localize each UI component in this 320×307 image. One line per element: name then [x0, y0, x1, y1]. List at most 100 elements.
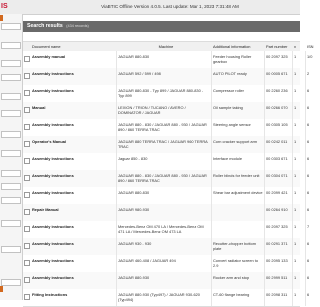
cell-extra: 6	[307, 292, 310, 297]
filter-field[interactable]	[1, 170, 21, 177]
table-row[interactable]: Assembly manual JAGUAR 880-830 Feeder hous…	[23, 51, 312, 69]
cell-part-number: 00 2095 133	[266, 258, 288, 263]
column-divider	[292, 51, 293, 68]
filter-field[interactable]	[1, 93, 21, 100]
filter-field[interactable]	[1, 150, 21, 157]
table-row[interactable]: Assembly instructions JAGUAR 880-830 Shear…	[23, 187, 309, 205]
filter-field[interactable]	[1, 110, 21, 117]
filter-field[interactable]	[1, 60, 21, 67]
column-extra[interactable]: ISN	[307, 42, 320, 51]
column-divider	[116, 238, 117, 255]
title-bar: IS ViaBTIC Offline Version 4.0.5. Last u…	[0, 0, 300, 15]
filter-field[interactable]	[1, 23, 21, 30]
cell-machine: JAGUAR 880 - 830 / JAGUAR 880 - 930 / JA…	[118, 122, 207, 132]
column-additional-info[interactable]: Additional information	[213, 42, 257, 51]
cell-document-name: Manual	[32, 105, 46, 110]
table-row[interactable]: Assembly instructions JAGUAR 592 / 599 / …	[23, 68, 309, 86]
column-divider	[116, 187, 117, 204]
column-divider	[264, 119, 265, 136]
cell-additional-info: Corn cracker support arm	[213, 139, 258, 144]
row-checkbox[interactable]	[24, 56, 30, 62]
cell-extra: 1/0	[307, 54, 313, 59]
cell-part-number: 00 0303 671	[266, 156, 288, 161]
column-divider	[211, 68, 212, 85]
cell-part-number: 00 2097 325	[266, 224, 288, 229]
column-document-name[interactable]: Document name	[32, 42, 109, 51]
row-checkbox[interactable]	[24, 209, 30, 215]
table-row[interactable]: Assembly instructions JAGUAR 880 - 830 / …	[23, 119, 309, 137]
cell-part-number: 00 2099 421	[266, 190, 288, 195]
cell-x: 1	[294, 275, 297, 280]
cell-part-number: 00 2260 236	[266, 88, 288, 93]
cell-machine: JAGUAR 880-830	[118, 54, 150, 59]
cell-machine: JAGUAR 880-830 - Typ 899 / JAGUAR 880-83…	[118, 88, 204, 98]
cell-machine: Mercedes-Benz OM 470 LA / Mercedes-Benz …	[118, 224, 204, 234]
cell-machine: JAGUAR 930 - 930	[118, 241, 152, 246]
table-row[interactable]: Assembly instructions JAGUAR 460-408 / JA…	[23, 255, 309, 273]
column-divider	[116, 221, 117, 238]
sidebar-accent	[0, 15, 3, 21]
column-divider	[292, 136, 293, 153]
sidebar-accent	[0, 286, 3, 292]
table-row[interactable]: Assembly instructions JAGUAR 930 - 930 Rec…	[23, 238, 309, 256]
column-divider	[211, 272, 212, 289]
cell-x: 1	[294, 224, 297, 229]
table-row[interactable]: Assembly instructions JAGUAR 880-930 Rocke…	[23, 272, 309, 290]
cell-document-name: Assembly instructions	[32, 258, 74, 263]
cell-additional-info: Recutter-chopper bottom plate	[213, 241, 257, 251]
row-checkbox[interactable]	[24, 277, 30, 283]
table-row[interactable]: Operator's Manual JAGUAR 880 TERRA TRAC /…	[23, 136, 309, 154]
cell-extra: 6	[307, 88, 310, 93]
column-machine[interactable]: Machine	[118, 42, 214, 51]
cell-machine: JAGUAR 880 - 830 / JAGUAR 880 - 930 / JA…	[118, 173, 207, 183]
column-divider	[211, 51, 212, 68]
row-checkbox[interactable]	[24, 124, 30, 130]
cell-additional-info: Roller blinds for feeder unit	[213, 173, 260, 178]
column-divider	[292, 153, 293, 170]
row-checkbox[interactable]	[24, 260, 30, 266]
filter-field[interactable]	[1, 220, 21, 227]
table-row[interactable]: Assembly instructions Jaguar 850 - 830 Int…	[23, 153, 309, 171]
cell-document-name: Assembly instructions	[32, 190, 74, 195]
cell-additional-info: Feeder housing Roller gearbox	[213, 54, 252, 64]
table-row[interactable]: Assembly instructions JAGUAR 880-830 - Ty…	[23, 85, 309, 103]
table-row[interactable]: Assembly instructions JAGUAR 880 - 830 / …	[23, 170, 309, 188]
cell-machine: LEXION / TRION / TUCANO / AVERO / DOMINA…	[118, 105, 186, 115]
row-checkbox[interactable]	[24, 192, 30, 198]
filter-field[interactable]	[1, 74, 21, 81]
filter-field[interactable]	[1, 183, 21, 190]
cell-machine: JAGUAR 980-930	[118, 207, 150, 212]
column-divider	[264, 136, 265, 153]
column-divider	[264, 153, 265, 170]
table-row[interactable]: Manual LEXION / TRION / TUCANO / AVERO / …	[23, 102, 309, 120]
cell-document-name: Repair Manual	[32, 207, 59, 212]
table-row[interactable]: Assembly instructions Mercedes-Benz OM 47…	[23, 221, 309, 239]
column-part-number[interactable]: Part number	[266, 42, 290, 51]
column-divider	[305, 204, 306, 221]
row-checkbox[interactable]	[24, 175, 30, 181]
table-row[interactable]: Fitting Instructions JAGUAR 880-930 (Typ4…	[23, 289, 309, 307]
select-all-checkbox[interactable]	[23, 42, 30, 51]
column-x[interactable]: x	[294, 42, 300, 51]
row-checkbox[interactable]	[24, 294, 30, 300]
filter-field[interactable]	[1, 197, 21, 204]
filter-field[interactable]	[1, 279, 21, 286]
row-checkbox[interactable]	[24, 90, 30, 96]
table-row[interactable]: Repair Manual JAGUAR 980-930 00 0264 910 1 6	[23, 204, 309, 222]
row-checkbox[interactable]	[24, 73, 30, 79]
row-checkbox[interactable]	[24, 158, 30, 164]
row-checkbox[interactable]	[24, 141, 30, 147]
column-divider	[264, 170, 265, 187]
cell-document-name: Operator's Manual	[32, 139, 67, 144]
filter-field[interactable]	[1, 246, 21, 253]
column-divider	[211, 204, 212, 221]
filter-field[interactable]	[1, 131, 21, 138]
filter-field[interactable]	[1, 42, 21, 49]
column-divider	[116, 153, 117, 170]
row-checkbox[interactable]	[24, 107, 30, 113]
row-checkbox[interactable]	[24, 226, 30, 232]
row-checkbox[interactable]	[24, 243, 30, 249]
column-divider	[305, 68, 306, 85]
cell-machine: Jaguar 850 - 830	[118, 156, 148, 161]
cell-additional-info: AUTO PILOT ready	[213, 71, 247, 76]
